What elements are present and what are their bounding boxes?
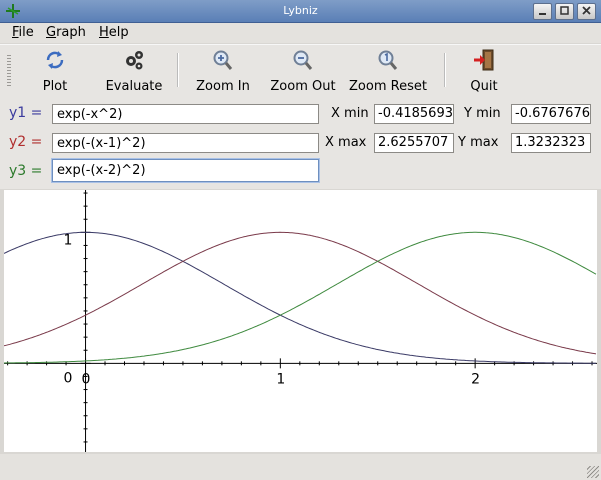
curve-y3 (3, 231, 597, 364)
ymin-label: Y min (464, 106, 501, 121)
function-panel: y1 = y2 = y3 = X min -0.4185693 Y min -0… (0, 97, 601, 189)
ymin-input[interactable]: -0.6767676 (511, 104, 591, 124)
graph-area[interactable]: 0 1 2 1 0 (3, 190, 597, 452)
minimize-button[interactable] (533, 3, 552, 20)
x-tick-label: 0 (82, 371, 91, 387)
xmin-input[interactable]: -0.4185693 (374, 104, 454, 124)
title-bar[interactable]: Lybniz (0, 0, 601, 23)
y3-label: y3 = (9, 163, 43, 179)
ymax-input[interactable]: 1.3232323 (511, 133, 591, 153)
zoom-out-button[interactable]: Zoom Out (268, 49, 338, 95)
y1-input[interactable] (52, 104, 319, 124)
toolbar: Plot Evaluate Zoom In Zoom Out Zoom Rese… (0, 44, 601, 98)
zoom-in-label: Zoom In (196, 79, 250, 94)
evaluate-label: Evaluate (105, 79, 163, 94)
y1-label: y1 = (9, 105, 43, 121)
menu-bar: File Graph Help (0, 23, 601, 43)
menu-graph[interactable]: Graph (46, 25, 86, 40)
zoom-out-label: Zoom Out (270, 79, 336, 94)
toolbar-grip[interactable] (7, 55, 11, 87)
close-button[interactable] (577, 3, 596, 20)
menu-file[interactable]: File (12, 25, 34, 40)
minimize-icon (539, 13, 546, 15)
curve-y1 (3, 231, 596, 364)
origin-label: 0 (64, 370, 73, 386)
window-title: Lybniz (283, 4, 318, 17)
evaluate-button[interactable]: Evaluate (104, 49, 164, 95)
xmax-input[interactable]: 2.6255707 (374, 133, 454, 153)
menu-help[interactable]: Help (99, 25, 129, 40)
y3-input[interactable] (52, 159, 319, 182)
zoom-out-icon (293, 50, 313, 70)
graph-canvas[interactable]: 0 1 2 1 0 (3, 190, 597, 452)
x-tick-label: 2 (471, 371, 480, 387)
plot-label: Plot (42, 79, 68, 94)
ymax-label: Y max (458, 135, 499, 150)
zoom-reset-icon (378, 50, 398, 70)
x-tick-label: 1 (276, 371, 285, 387)
gears-icon (126, 51, 143, 70)
maximize-icon (560, 6, 569, 15)
xmax-label: X max (325, 135, 367, 150)
zoom-reset-button[interactable]: Zoom Reset (347, 49, 429, 95)
curve-y2 (3, 231, 597, 355)
toolbar-separator (444, 53, 446, 87)
xmin-label: X min (331, 106, 369, 121)
y2-label: y2 = (9, 134, 43, 150)
close-icon (582, 6, 591, 15)
zoom-reset-label: Zoom Reset (349, 79, 427, 94)
quit-label: Quit (470, 79, 498, 94)
plot-button[interactable]: Plot (35, 49, 75, 95)
toolbar-separator (177, 53, 179, 87)
exit-door-icon (474, 49, 494, 71)
resize-grip[interactable] (587, 466, 599, 478)
y2-input[interactable] (52, 133, 319, 153)
zoom-in-button[interactable]: Zoom In (195, 49, 251, 95)
maximize-button[interactable] (555, 3, 574, 20)
status-bar (0, 454, 601, 480)
y-tick-label: 1 (64, 232, 73, 248)
quit-button[interactable]: Quit (466, 49, 502, 95)
refresh-icon (46, 51, 64, 69)
zoom-in-icon (213, 50, 233, 70)
